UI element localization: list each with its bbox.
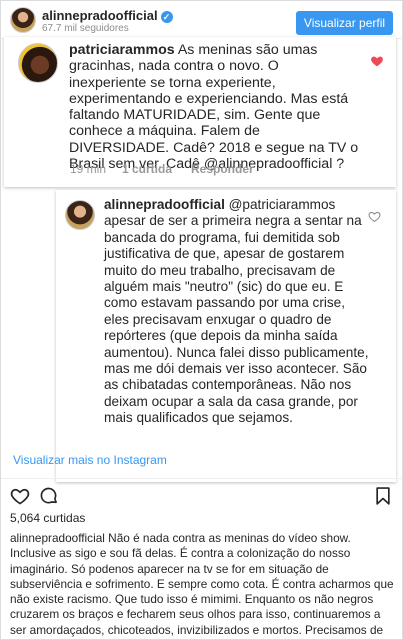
comment-icon[interactable] [39,486,59,506]
followers-count: 67.7 mil seguidores [42,23,129,34]
view-profile-button[interactable]: Visualizar perfil [296,11,393,35]
reply-body: @patriciarammos apesar de ser a primeira… [104,197,369,426]
instagram-embed: alinnepradoofficial ✓ 67.7 mil seguidores… [0,0,403,640]
post-image: patriciarammos As meninas são umas graci… [4,37,396,482]
commenter-avatar [18,43,58,83]
view-more-link[interactable]: Visualizar mais no Instagram [13,453,167,467]
profile-avatar[interactable] [10,7,36,33]
heart-outline-icon [368,211,381,223]
post-caption: alinnepradoofficial Não é nada contra as… [10,531,396,640]
comment-likes-label: 1 curtida [122,162,173,176]
reply-card: alinnepradoofficial @patriciarammos apes… [56,190,396,482]
verified-badge-icon: ✓ [160,11,173,23]
comment-card: patriciarammos As meninas são umas graci… [4,37,396,187]
comment-text: patriciarammos As meninas são umas graci… [69,42,359,172]
profile-username[interactable]: alinnepradoofficial [42,8,158,23]
profile-username-row[interactable]: alinnepradoofficial ✓ [42,8,173,23]
heart-icon [371,56,383,67]
comment-reply-label: Responder [191,162,254,176]
like-heart-icon[interactable] [10,486,30,506]
action-bar [1,478,402,508]
caption-text: Não é nada contra as meninas do vídeo sh… [10,531,394,640]
caption-username[interactable]: alinnepradoofficial [10,531,105,545]
likes-count: 5,064 curtidas [10,511,86,525]
comment-body: As meninas são umas gracinhas, nada cont… [69,42,359,173]
comment-time: 19 min [70,162,107,176]
bookmark-icon[interactable] [373,486,393,506]
comment-reply: Responder [191,162,254,176]
reply-text: alinnepradoofficial @patriciarammos apes… [104,197,372,427]
comment-likes: 1 curtida [122,162,172,176]
reply-avatar [65,200,95,230]
reply-username: alinnepradoofficial [104,197,225,212]
commenter-username: patriciarammos [69,42,175,58]
embed-header: alinnepradoofficial ✓ 67.7 mil seguidores… [1,1,402,39]
